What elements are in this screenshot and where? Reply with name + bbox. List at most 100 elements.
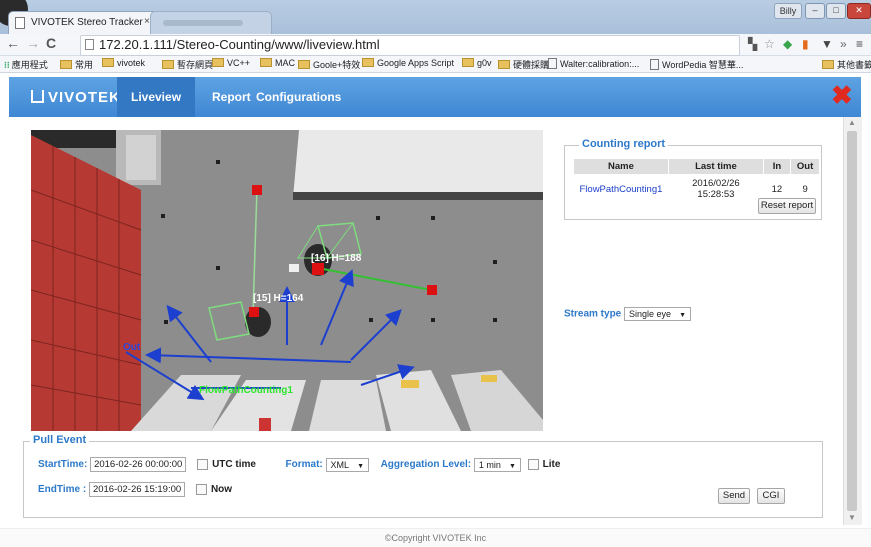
tab-close-icon[interactable]: × [144,16,150,27]
address-bar[interactable]: 172.20.1.111/Stereo-Counting/www/livevie… [80,35,740,56]
start-time-input[interactable]: 2016-02-26 00:00:00 [90,457,187,472]
extension-green-icon[interactable]: ◆ [783,37,792,51]
page-scrollbar[interactable]: ▲ ▼ [843,117,862,525]
pocket-icon[interactable]: ▼ [821,37,833,51]
app-header: VIVOTEK Liveview Report Configurations ✖ [9,77,861,117]
bookmark-label: VC++ [227,58,251,68]
aggregation-label: Aggregation Level: [380,459,472,471]
counter-edge [293,192,543,200]
shelf-inner [126,135,156,180]
page-icon [85,39,94,50]
bookmark-label: vivotek [117,58,146,68]
stream-type-label: Stream type [564,308,622,320]
bookmark-folder[interactable]: VC++ [212,58,250,68]
header-out: Out [789,158,821,175]
extension-orange-icon[interactable]: ▮ [802,37,809,51]
header-in: In [762,158,791,175]
nav-liveview[interactable]: Liveview [117,77,196,117]
format-select[interactable]: XML ▼ [325,457,369,472]
chevron-down-icon: ▼ [679,312,686,319]
utc-time-label: UTC time [212,459,256,471]
start-time-row: StartTime: 2016-02-26 00:00:00 UTC time … [38,457,560,472]
user-badge[interactable]: Billy [774,3,802,19]
folder-icon [60,60,72,69]
folder-icon [462,58,474,67]
video-overlay: [16] H=188 [15] H=164 Out FlowPathCounti… [31,130,543,431]
bookmark-folder[interactable]: 常用 [60,58,93,71]
scrollbar-thumb[interactable] [847,131,857,511]
stream-type-value: Single eye [629,309,672,319]
window-close-button[interactable]: ✕ [847,3,871,19]
bookmark-folder[interactable]: MAC [260,58,295,68]
reset-report-button[interactable]: Reset report [758,198,816,214]
bookmark-label: Google Apps Script [377,58,455,68]
app-close-icon[interactable]: ✖ [831,80,853,111]
extensions-overflow-icon[interactable]: » [840,37,847,51]
track-point [312,263,324,275]
page-favicon-icon [15,17,25,29]
bookmark-folder[interactable]: g0v [462,58,492,68]
bookmark-label: g0v [477,58,492,68]
start-time-label: StartTime: [38,459,88,471]
scroll-down-icon[interactable]: ▼ [848,513,856,522]
maximize-button[interactable]: □ [826,3,846,19]
bookmark-label: Walter:calibration:... [560,59,640,69]
ticket-slot [481,375,497,382]
lite-checkbox[interactable] [527,459,539,470]
bookmarks-bar: ⁝⁝ 應用程式 常用 vivotek 暫存網頁 VC++ MAC Goole+特效… [0,56,871,73]
folder-icon [822,60,834,69]
send-button[interactable]: Send [718,488,750,504]
bookmark-folder[interactable]: vivotek [102,58,145,68]
turnstile-red-mark [259,418,271,431]
aggregation-value: 1 min [478,459,501,470]
pull-event-title: Pull Event [30,434,90,446]
page-icon [650,59,659,70]
stream-type-select[interactable]: Single eye ▼ [624,307,691,321]
bookmark-page[interactable]: Walter:calibration:... [548,58,639,69]
nav-configurations[interactable]: Configurations [242,77,355,117]
bookmark-folder[interactable]: 暫存網頁 [162,58,213,71]
folder-icon [212,58,224,67]
counting-report-table: Name Last time In Out FlowPathCounting1 … [573,158,821,204]
aggregation-select[interactable]: 1 min ▼ [473,457,521,472]
row-name-link[interactable]: FlowPathCounting1 [574,175,669,204]
track-label-16: [16] H=188 [311,253,362,264]
forward-arrow-icon[interactable]: → [26,35,40,51]
bookmark-apps[interactable]: ⁝⁝ 應用程式 [4,58,48,71]
counting-report-title: Counting report [579,138,669,150]
counter-top [293,130,543,198]
browser-tab-active[interactable]: VIVOTEK Stereo Tracker × [8,11,158,35]
logo-mark-icon [31,90,44,103]
footer: ©Copyright VIVOTEK Inc [0,528,871,547]
translate-icon[interactable]: ▚ [748,37,757,51]
bookmark-folder[interactable]: 硬體採購 [498,58,549,71]
back-arrow-icon[interactable]: ← [6,35,20,51]
now-checkbox[interactable] [195,484,207,495]
lite-label: Lite [542,459,561,471]
browser-menu-icon[interactable]: ≡ [856,37,863,51]
bookmark-label: Goole+特效 [313,60,361,70]
track-point [427,285,437,295]
tab-title: VIVOTEK Stereo Tracker [31,17,143,28]
address-url[interactable]: 172.20.1.111/Stereo-Counting/www/livevie… [99,37,380,52]
utc-time-checkbox[interactable] [197,459,209,470]
live-video-view[interactable]: [16] H=188 [15] H=164 Out FlowPathCounti… [31,130,543,431]
bookmark-label: 硬體採購 [513,60,550,70]
other-bookmarks[interactable]: 其他書籤 [822,58,871,71]
cgi-button[interactable]: CGI [757,488,785,504]
row-last-time: 2016/02/26 15:28:53 [692,178,740,200]
browser-tab-inactive[interactable] [150,11,272,35]
browser-titlebar: VIVOTEK Stereo Tracker × Billy – □ ✕ [0,0,871,35]
star-icon[interactable]: ☆ [764,37,775,51]
bookmark-label: MAC [275,58,295,68]
flow-path-label: FlowPathCounting1 [199,385,293,396]
bookmark-page[interactable]: WordPedia 智慧華... [650,58,743,71]
bookmark-label: 暫存網頁 [177,60,214,70]
page-icon [548,58,557,69]
end-time-input[interactable]: 2016-02-26 15:19:00 [88,482,186,497]
bookmark-folder[interactable]: Google Apps Script [362,58,454,68]
scroll-up-icon[interactable]: ▲ [848,118,856,127]
bookmark-folder[interactable]: Goole+特效 [298,58,360,71]
minimize-button[interactable]: – [805,3,825,19]
reload-icon[interactable]: C [46,35,56,51]
